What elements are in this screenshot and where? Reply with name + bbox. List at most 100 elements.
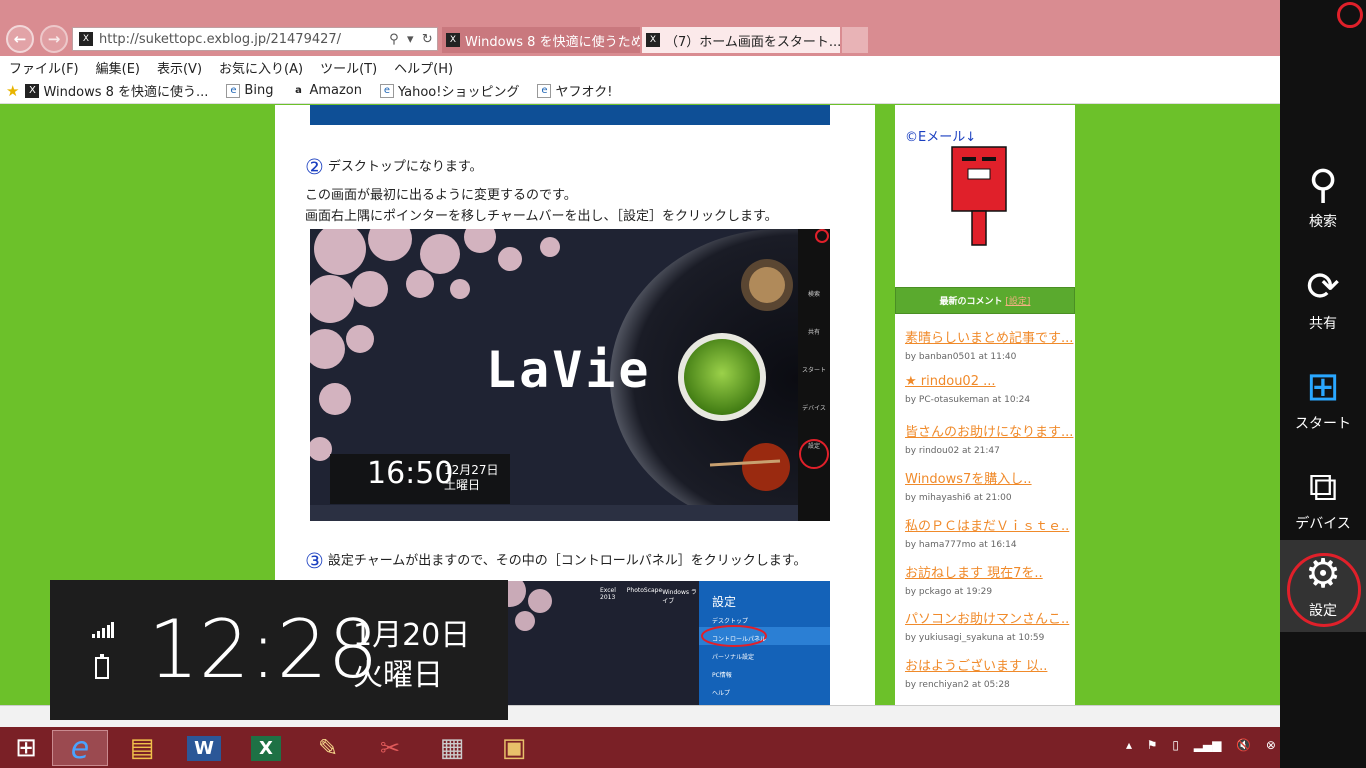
mailbox-icon[interactable] bbox=[950, 145, 1008, 247]
taskbar-app-internet-explorer[interactable]: e bbox=[52, 730, 108, 766]
menu-edit[interactable]: 編集(E) bbox=[96, 58, 140, 77]
menu-favorites[interactable]: お気に入り(A) bbox=[219, 58, 303, 77]
start-button[interactable]: ⊞ bbox=[2, 730, 50, 766]
comment-title-link[interactable]: おはようございます 以.. bbox=[905, 655, 1075, 674]
internet-explorer-icon: e bbox=[70, 730, 90, 766]
tab-windows8[interactable]: X Windows 8 を快適に使うために... bbox=[442, 27, 640, 53]
shot2-item: ヘルプ bbox=[712, 690, 731, 697]
favorites-bar: ★ X Windows 8 を快適に使う... e Bing a Amazon e Ya… bbox=[0, 78, 1280, 104]
comment-item[interactable]: Windows7を購入し.. by mihayashi6 at 21:00 bbox=[905, 468, 1075, 503]
menu-file[interactable]: ファイル(F) bbox=[9, 58, 79, 77]
address-url[interactable]: http://sukettopc.exblog.jp/21479427/ bbox=[99, 32, 385, 47]
shot1-charm-settings: 設定 bbox=[807, 443, 820, 450]
clock-status-icons bbox=[92, 622, 114, 679]
taskbar-app-excel[interactable]: X bbox=[242, 730, 290, 766]
comment-title-link[interactable]: 皆さんのお助けになります... bbox=[905, 421, 1075, 440]
shot2-desktop-icons: Excel 2013 PhotoScape Windows ライブ bbox=[600, 587, 700, 605]
comment-item[interactable]: ★ rindou02 ... by PC-otasukeman at 10:24 bbox=[905, 374, 1075, 405]
comment-item[interactable]: おはようございます 以.. by renchiyan2 at 05:28 bbox=[905, 655, 1075, 690]
favorite-link-bing[interactable]: e Bing bbox=[220, 83, 273, 98]
comment-item[interactable]: パソコンお助けマンさんこ.. by yukiusagi_syakuna at 10… bbox=[905, 608, 1075, 643]
menu-tools[interactable]: ツール(T) bbox=[320, 58, 377, 77]
forward-button[interactable]: → bbox=[40, 25, 68, 53]
shot1-clock-time: 16:50 bbox=[367, 456, 454, 491]
signal-icon[interactable]: ▂▄▆ bbox=[1194, 738, 1222, 752]
amazon-icon: a bbox=[295, 85, 302, 96]
clock-date: 1月20日 bbox=[353, 618, 471, 653]
menu-help[interactable]: ヘルプ(H) bbox=[394, 58, 453, 77]
shot1-clock-day: 土曜日 bbox=[444, 478, 481, 492]
taskbar-app-photo[interactable]: ▣ bbox=[490, 730, 538, 766]
menu-bar: ファイル(F) 編集(E) 表示(V) お気に入り(A) ツール(T) ヘルプ(… bbox=[0, 56, 1280, 78]
windows-icon: ⊞ bbox=[15, 733, 37, 763]
charm-search[interactable]: ⚲ 検索 bbox=[1280, 154, 1366, 240]
lock-clock-overlay: 12:28 1月20日 火曜日 bbox=[50, 580, 508, 720]
step2-heading: ② デスクトップになります。 bbox=[305, 155, 483, 179]
show-hidden-icons-icon[interactable]: ▴ bbox=[1126, 738, 1132, 752]
ie-page-icon: e bbox=[226, 83, 241, 98]
address-bar[interactable]: X http://sukettopc.exblog.jp/21479427/ ⚲… bbox=[72, 27, 438, 51]
comment-title-link[interactable]: ★ rindou02 ... bbox=[905, 374, 1075, 389]
devices-icon: ⧉ bbox=[1308, 464, 1338, 510]
comment-item[interactable]: 素晴らしいまとめ記事です... by banban0501 at 11:40 bbox=[905, 327, 1075, 362]
back-arrow-icon: ← bbox=[13, 30, 27, 48]
comment-byline: by renchiyan2 at 05:28 bbox=[905, 680, 1010, 690]
taskbar-app-snipping-tool[interactable]: ✂ bbox=[366, 730, 414, 766]
step2-line2: この画面が最初に出るように変更するのです。 bbox=[305, 188, 577, 203]
shot1-charm-share: 共有 bbox=[807, 329, 820, 336]
desktop-screenshot: LaVie 16:50 12月27日 土曜日 検索 共有 スタート デバイス 設… bbox=[310, 229, 830, 521]
site-favicon-icon: X bbox=[25, 83, 40, 98]
scissors-icon: ✂ bbox=[379, 734, 401, 762]
tab-favicon-icon: X bbox=[646, 33, 660, 47]
step2-line3: 画面右上隅にポインターを移しチャームバーを出し、［設定］をクリックします。 bbox=[305, 209, 778, 224]
tab-home-screen[interactable]: X （7）ホーム画面をスタート... ✕ bbox=[642, 27, 840, 53]
charm-label: デバイス bbox=[1295, 516, 1351, 532]
shot2-icon-label: Excel 2013 bbox=[600, 587, 616, 601]
taskbar-app-file-explorer[interactable]: ▤ bbox=[118, 730, 166, 766]
taskbar-app-paint[interactable]: ✎ bbox=[304, 730, 352, 766]
photo-frame-icon: ▣ bbox=[501, 733, 527, 763]
new-tab-button[interactable] bbox=[842, 27, 868, 53]
taskbar-app-wall[interactable]: ▦ bbox=[428, 730, 476, 766]
comment-title-link[interactable]: 素晴らしいまとめ記事です... bbox=[905, 327, 1075, 346]
comment-title-link[interactable]: 私のＰＣはまだＶｉｓｔｅ.. bbox=[905, 515, 1075, 534]
refresh-icon[interactable]: ↻ bbox=[422, 32, 433, 47]
shot2-item: デスクトップ bbox=[712, 618, 749, 625]
favorite-link-yahuoku[interactable]: e ヤフオク! bbox=[531, 81, 612, 100]
comment-item[interactable]: 私のＰＣはまだＶｉｓｔｅ.. by hama777mo at 16:14 bbox=[905, 515, 1075, 550]
comments-settings-link[interactable]: [設定] bbox=[1005, 294, 1030, 307]
comment-title-link[interactable]: Windows7を購入し.. bbox=[905, 468, 1075, 487]
taskbar-app-word[interactable]: W bbox=[180, 730, 228, 766]
shot2-settings-list: デスクトップ コントロールパネル パーソナル設定 PC情報 ヘルプ bbox=[712, 613, 766, 703]
search-icon[interactable]: ⚲ bbox=[389, 32, 399, 47]
charm-devices[interactable]: ⧉ デバイス bbox=[1280, 456, 1366, 542]
chevron-down-icon[interactable]: ▾ bbox=[407, 32, 414, 47]
action-center-flag-icon[interactable]: ⚑ bbox=[1147, 738, 1158, 752]
settings-highlight-circle bbox=[1287, 553, 1361, 627]
favorite-label: Yahoo!ショッピング bbox=[398, 85, 520, 100]
charm-start[interactable]: ⊞ スタート bbox=[1280, 356, 1366, 442]
favorite-label: Amazon bbox=[309, 83, 362, 98]
favorite-label: ヤフオク! bbox=[555, 85, 613, 100]
close-circle-icon[interactable]: ⊗ bbox=[1266, 738, 1276, 752]
comments-header-label: 最新のコメント bbox=[939, 297, 1003, 307]
menu-view[interactable]: 表示(V) bbox=[157, 58, 202, 77]
comment-title-link[interactable]: お訪ねします 現在7を.. bbox=[905, 562, 1075, 581]
comment-title-link[interactable]: パソコンお助けマンさんこ.. bbox=[905, 608, 1075, 627]
charm-label: 検索 bbox=[1309, 214, 1337, 230]
comment-byline: by mihayashi6 at 21:00 bbox=[905, 493, 1012, 503]
email-label[interactable]: ©Eメール↓ bbox=[905, 126, 976, 145]
excel-icon: X bbox=[251, 735, 281, 761]
favorite-link-windows8[interactable]: X Windows 8 を快適に使う... bbox=[19, 81, 208, 100]
back-button[interactable]: ← bbox=[6, 25, 34, 53]
comment-item[interactable]: 皆さんのお助けになります... by rindou02 at 21:47 bbox=[905, 421, 1075, 456]
favorites-star-icon[interactable]: ★ bbox=[6, 82, 19, 100]
charm-share[interactable]: ⟳ 共有 bbox=[1280, 256, 1366, 342]
clock-day: 火曜日 bbox=[353, 658, 443, 693]
comment-item[interactable]: お訪ねします 現在7を.. by pckago at 19:29 bbox=[905, 562, 1075, 597]
volume-muted-icon[interactable]: 🔇 bbox=[1236, 738, 1251, 752]
comment-byline: by hama777mo at 16:14 bbox=[905, 540, 1017, 550]
favorite-link-amazon[interactable]: a Amazon bbox=[285, 83, 362, 98]
battery-icon[interactable]: ▯ bbox=[1172, 738, 1179, 752]
favorite-link-yahoo-shopping[interactable]: e Yahoo!ショッピング bbox=[374, 81, 519, 100]
